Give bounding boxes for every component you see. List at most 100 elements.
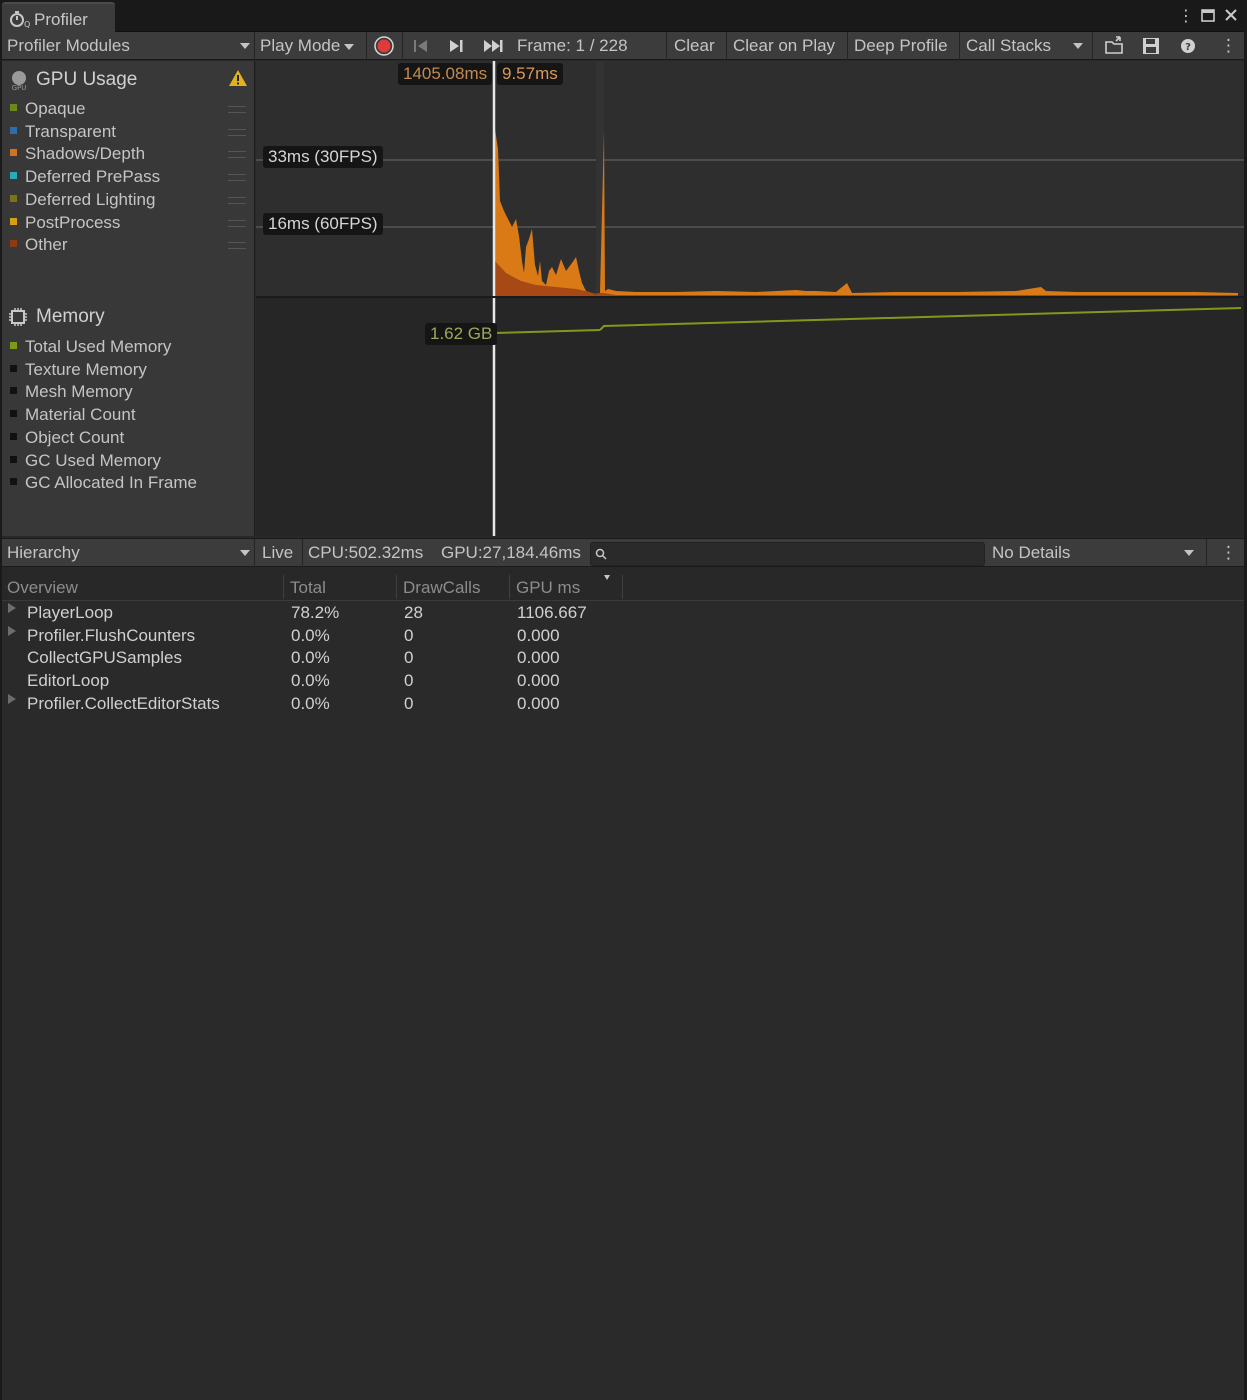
expand-arrow-icon[interactable]	[8, 603, 16, 613]
memory-value-label: 1.62 GB	[425, 323, 498, 345]
legend-label: Material Count	[25, 405, 136, 425]
memory-legend-item[interactable]: Material Count	[10, 404, 136, 426]
profiler-modules-dropdown[interactable]: Profiler Modules	[0, 32, 254, 60]
details-label: No Details	[992, 543, 1071, 562]
gpu-legend-item[interactable]: Other	[10, 234, 68, 256]
clear-on-play-toggle[interactable]: Clear on Play	[733, 32, 835, 60]
cell-drawcalls: 0	[404, 648, 414, 668]
table-row[interactable]: PlayerLoop 78.2% 28 1106.667	[0, 602, 1247, 625]
svg-text:GPU: GPU	[12, 84, 27, 91]
expand-arrow-icon[interactable]	[8, 693, 16, 704]
gpu-legend-item[interactable]: Shadows/Depth	[10, 143, 145, 165]
gpu-legend-item[interactable]: Deferred PrePass	[10, 166, 160, 188]
memory-legend-item[interactable]: Mesh Memory	[10, 381, 133, 403]
close-icon[interactable]	[1224, 8, 1238, 22]
table-row[interactable]: Profiler.FlushCounters 0.0% 0 0.000	[0, 625, 1247, 648]
load-button[interactable]	[1104, 32, 1128, 60]
legend-label: Transparent	[25, 121, 117, 141]
maximize-icon[interactable]	[1201, 9, 1215, 22]
play-mode-label: Play Mode	[260, 36, 341, 55]
memory-legend-item[interactable]: Object Count	[10, 427, 124, 449]
legend-color-swatch	[10, 126, 17, 134]
drag-handle-icon[interactable]	[228, 196, 246, 204]
drag-handle-icon[interactable]	[228, 242, 246, 250]
current-frame-button[interactable]	[482, 32, 508, 60]
hierarchy-body	[0, 601, 1247, 1400]
legend-label: Deferred PrePass	[25, 167, 161, 187]
column-gpu-ms[interactable]: GPU ms	[516, 578, 580, 598]
kebab-menu-icon[interactable]: ⋮	[1178, 6, 1194, 26]
drag-handle-icon[interactable]	[228, 128, 246, 136]
cell-total: 0.0%	[291, 693, 330, 713]
toolbar-more-button[interactable]: ⋮	[1220, 32, 1237, 60]
gpu-legend-item[interactable]: PostProcess	[10, 212, 120, 234]
legend-color-swatch	[10, 410, 17, 418]
drag-handle-icon[interactable]	[228, 151, 246, 159]
cell-gpu-ms: 0.000	[517, 648, 560, 668]
cell-drawcalls: 0	[404, 625, 414, 645]
gpu-memory-chart[interactable]	[256, 61, 1247, 536]
profiler-chart-area[interactable]: 1405.08ms 9.57ms 33ms (30FPS) 16ms (60FP…	[256, 61, 1247, 536]
deep-profile-toggle[interactable]: Deep Profile	[854, 32, 948, 60]
memory-legend-item[interactable]: Total Used Memory	[10, 336, 171, 358]
record-button[interactable]	[372, 32, 396, 60]
cell-name: Profiler.CollectEditorStats	[27, 693, 220, 713]
cell-total: 78.2%	[291, 603, 340, 622]
fps-60-label: 16ms (60FPS)	[263, 213, 383, 235]
memory-legend-item[interactable]: GC Used Memory	[10, 450, 161, 472]
legend-color-swatch	[10, 217, 17, 225]
step-forward-icon	[450, 40, 463, 52]
live-toggle[interactable]: Live	[262, 539, 293, 567]
cell-gpu-ms: 0.000	[517, 693, 560, 713]
legend-color-swatch	[10, 478, 17, 486]
help-button[interactable]: ?	[1180, 32, 1198, 60]
details-dropdown[interactable]: No Details	[986, 539, 1198, 567]
column-drawcalls[interactable]: DrawCalls	[403, 578, 480, 598]
first-frame-button[interactable]	[412, 32, 432, 60]
modules-panel: GPU GPU Usage Opaque Transparent Shadows/D…	[0, 61, 255, 536]
memory-legend-item[interactable]: GC Allocated In Frame	[10, 472, 197, 494]
expand-arrow-icon[interactable]	[8, 625, 16, 636]
view-type-dropdown[interactable]: Hierarchy	[0, 539, 254, 567]
call-stacks-dropdown[interactable]	[1066, 32, 1088, 60]
table-row[interactable]: Profiler.CollectEditorStats 0.0% 0 0.000	[0, 693, 1247, 716]
memory-chip-icon	[9, 308, 27, 326]
memory-legend-item[interactable]: Texture Memory	[10, 359, 147, 381]
legend-color-swatch	[10, 194, 17, 202]
cell-drawcalls: 0	[404, 693, 414, 713]
drag-handle-icon[interactable]	[228, 106, 246, 113]
clear-button[interactable]: Clear	[674, 32, 715, 60]
profiler-modules-label: Profiler Modules	[7, 36, 130, 55]
save-button[interactable]	[1142, 32, 1164, 60]
next-frame-button[interactable]	[447, 32, 467, 60]
drag-handle-icon[interactable]	[228, 174, 246, 182]
table-row[interactable]: EditorLoop 0.0% 0 0.000	[0, 670, 1247, 693]
chevron-down-icon	[344, 43, 355, 50]
svg-text:Q: Q	[24, 20, 30, 28]
column-total[interactable]: Total	[290, 578, 326, 598]
chevron-down-icon	[1184, 550, 1194, 556]
warning-icon[interactable]	[228, 69, 248, 87]
legend-color-swatch	[10, 149, 17, 157]
table-row[interactable]: CollectGPUSamples 0.0% 0 0.000	[0, 647, 1247, 670]
hierarchy-more-button[interactable]: ⋮	[1220, 539, 1237, 567]
gpu-legend-item[interactable]: Deferred Lighting	[10, 189, 155, 211]
fast-forward-icon	[484, 40, 503, 52]
gpu-icon: GPU	[12, 71, 27, 91]
play-mode-dropdown[interactable]: Play Mode	[260, 32, 366, 60]
gpu-legend-item[interactable]: Transparent	[10, 121, 116, 143]
memory-module-title[interactable]: Memory	[36, 306, 105, 328]
search-field[interactable]	[590, 542, 985, 566]
legend-label: Shadows/Depth	[25, 144, 146, 164]
drag-handle-icon[interactable]	[228, 219, 246, 227]
legend-label: GC Allocated In Frame	[25, 473, 197, 493]
search-input[interactable]	[611, 544, 980, 564]
gpu-module-title[interactable]: GPU Usage	[36, 69, 137, 91]
gpu-legend-item[interactable]: Opaque	[10, 98, 86, 120]
tab-profiler[interactable]: Q Profiler	[2, 2, 115, 32]
record-icon	[374, 36, 394, 56]
legend-color-swatch	[10, 342, 17, 350]
column-overview[interactable]: Overview	[7, 578, 78, 598]
cell-drawcalls: 0	[404, 671, 414, 691]
call-stacks-toggle[interactable]: Call Stacks	[966, 32, 1051, 60]
